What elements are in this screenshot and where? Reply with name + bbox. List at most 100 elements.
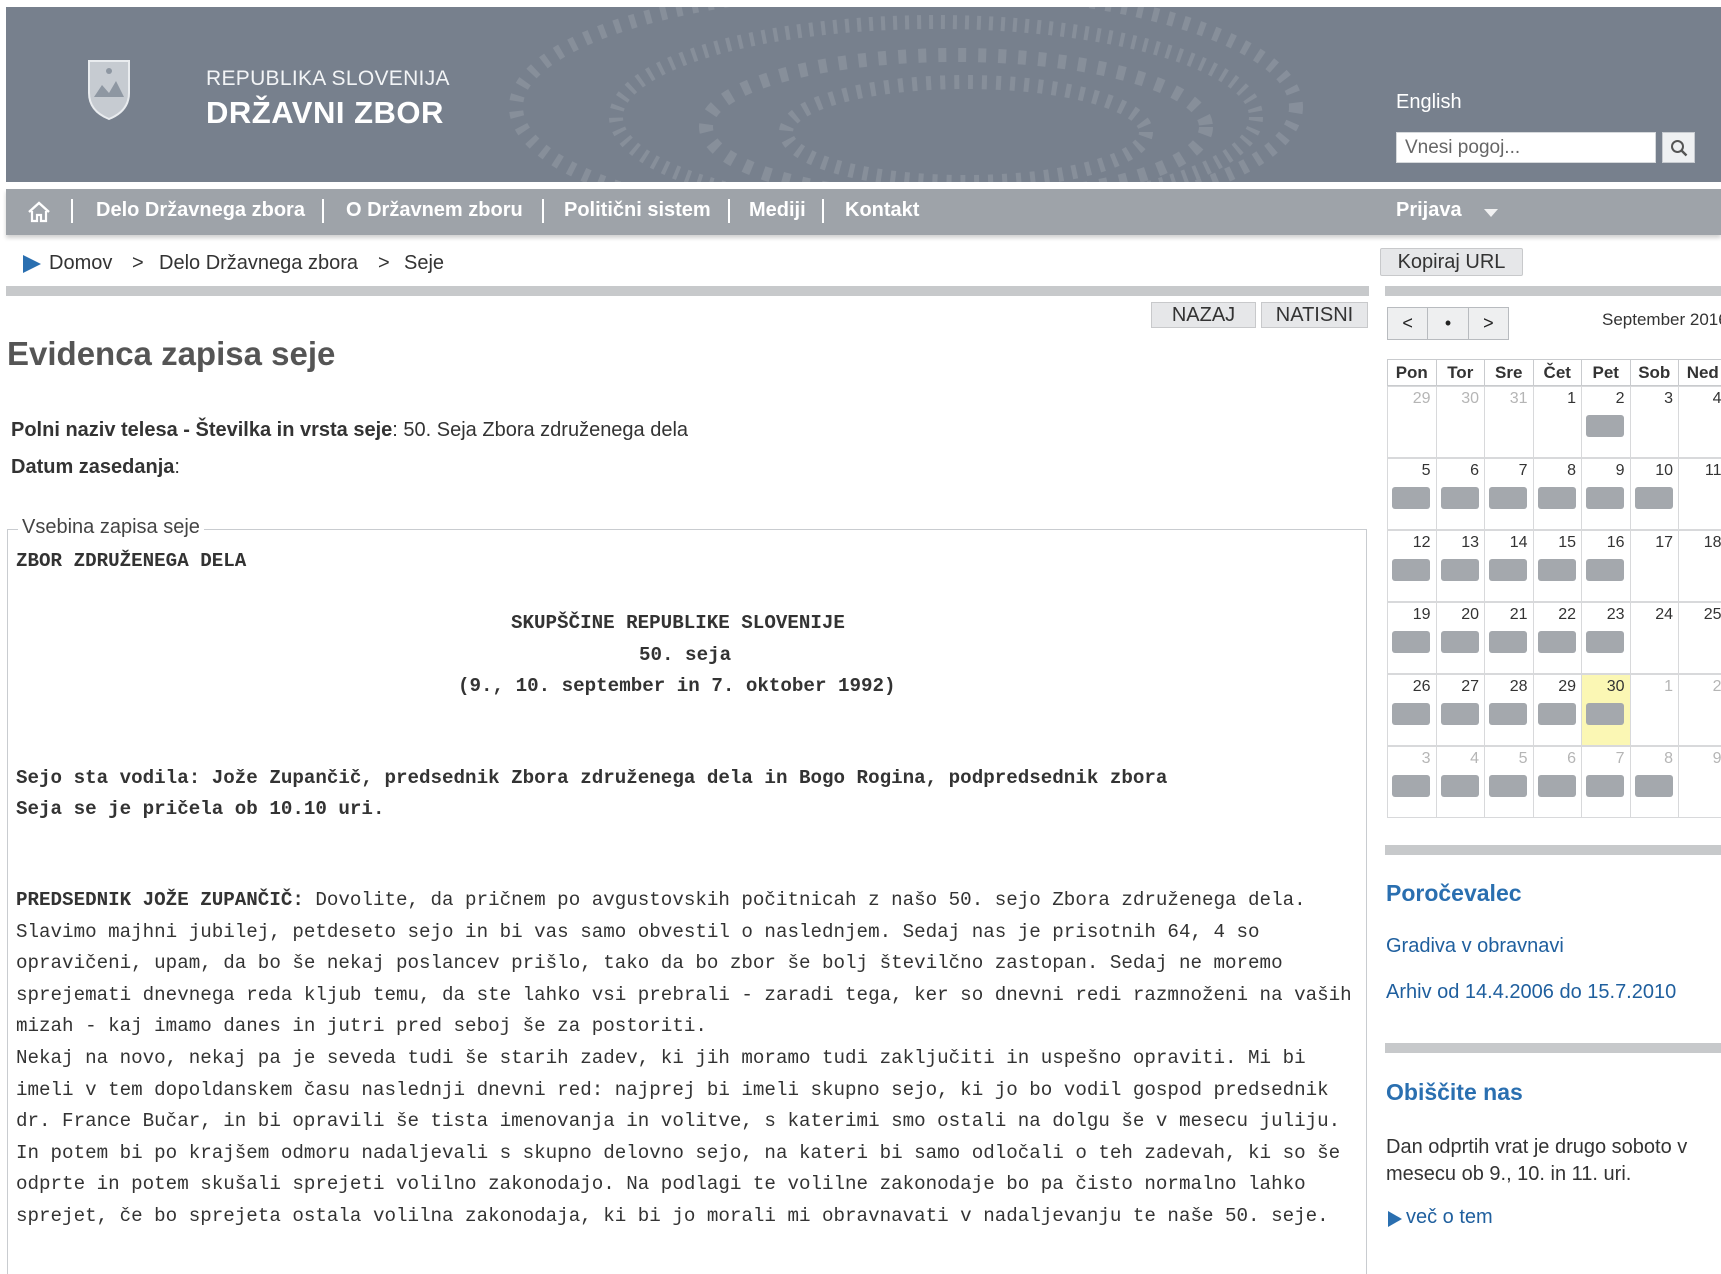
home-icon[interactable]: [26, 200, 52, 224]
brand-main-text[interactable]: DRŽAVNI ZBOR: [206, 95, 444, 131]
print-button[interactable]: NATISNI: [1261, 302, 1368, 328]
calendar-day[interactable]: 10: [1629, 458, 1679, 530]
calendar-day[interactable]: 13: [1435, 530, 1485, 602]
calendar-day[interactable]: 24: [1629, 602, 1679, 674]
calendar-day[interactable]: 18: [1678, 530, 1721, 602]
calendar-day[interactable]: 7: [1581, 746, 1631, 818]
breadcrumb-delo[interactable]: Delo Državnega zbora: [159, 252, 358, 275]
calendar-day-number: 30: [1606, 678, 1625, 695]
calendar-event-marker[interactable]: [1489, 775, 1527, 797]
calendar-day[interactable]: 21: [1484, 602, 1534, 674]
nav-item-o-drzavnem-zboru[interactable]: O Državnem zboru: [346, 199, 523, 222]
calendar-event-marker[interactable]: [1440, 775, 1479, 797]
calendar-day[interactable]: 5: [1387, 458, 1437, 530]
calendar-day[interactable]: 5: [1484, 746, 1534, 818]
calendar-prev-button[interactable]: <: [1388, 308, 1427, 339]
calendar-event-marker[interactable]: [1392, 703, 1430, 725]
calendar-day[interactable]: 15: [1532, 530, 1582, 602]
calendar-event-marker[interactable]: [1392, 559, 1430, 581]
search-input[interactable]: [1396, 132, 1656, 163]
calendar-today-button[interactable]: •: [1427, 308, 1467, 339]
calendar-day[interactable]: 27: [1435, 674, 1485, 746]
calendar-day[interactable]: 23: [1581, 602, 1631, 674]
calendar-day[interactable]: 9: [1678, 746, 1721, 818]
calendar-day-number: 12: [1412, 534, 1431, 551]
calendar-event-marker[interactable]: [1537, 631, 1576, 653]
calendar-day[interactable]: 20: [1435, 602, 1485, 674]
calendar-day[interactable]: 6: [1532, 746, 1582, 818]
calendar-event-marker[interactable]: [1537, 559, 1576, 581]
calendar-event-marker[interactable]: [1586, 487, 1624, 509]
calendar-event-marker[interactable]: [1392, 487, 1430, 509]
calendar-event-marker[interactable]: [1537, 775, 1576, 797]
calendar-event-marker[interactable]: [1586, 559, 1624, 581]
calendar-event-marker[interactable]: [1489, 559, 1527, 581]
calendar-day[interactable]: 25: [1678, 602, 1721, 674]
reporter-link-arhiv[interactable]: Arhiv od 14.4.2006 do 15.7.2010: [1386, 981, 1676, 1004]
search-button[interactable]: [1662, 132, 1695, 163]
calendar-day[interactable]: 28: [1484, 674, 1534, 746]
calendar-event-marker[interactable]: [1634, 487, 1673, 509]
copy-url-button[interactable]: Kopiraj URL: [1380, 248, 1523, 276]
calendar-event-marker[interactable]: [1634, 775, 1673, 797]
calendar-day[interactable]: 31: [1484, 386, 1534, 458]
calendar-day[interactable]: 26: [1387, 674, 1437, 746]
calendar-day[interactable]: 4: [1435, 746, 1485, 818]
calendar-event-marker[interactable]: [1489, 631, 1527, 653]
calendar-event-marker[interactable]: [1489, 487, 1527, 509]
calendar-event-marker[interactable]: [1586, 703, 1624, 725]
more-link[interactable]: več o tem: [1406, 1206, 1493, 1229]
nav-item-mediji[interactable]: Mediji: [749, 199, 806, 222]
calendar-day[interactable]: 9: [1581, 458, 1631, 530]
calendar-day[interactable]: 1: [1532, 386, 1582, 458]
calendar-event-marker[interactable]: [1392, 631, 1430, 653]
english-link[interactable]: English: [1396, 91, 1462, 114]
chevron-down-icon[interactable]: [1484, 209, 1498, 217]
calendar-next-button[interactable]: >: [1467, 308, 1508, 339]
calendar-day[interactable]: 22: [1532, 602, 1582, 674]
calendar-day[interactable]: 2: [1678, 674, 1721, 746]
breadcrumb-home[interactable]: Domov: [49, 252, 112, 275]
calendar-day[interactable]: 6: [1435, 458, 1485, 530]
calendar-day-number: 1: [1664, 678, 1673, 695]
reporter-heading[interactable]: Poročevalec: [1386, 880, 1522, 907]
visit-heading[interactable]: Obiščite nas: [1386, 1079, 1523, 1106]
calendar-event-marker[interactable]: [1440, 703, 1479, 725]
calendar-day[interactable]: 8: [1629, 746, 1679, 818]
crest-logo[interactable]: [84, 57, 134, 121]
calendar-day[interactable]: 11: [1678, 458, 1721, 530]
calendar-event-marker[interactable]: [1586, 775, 1624, 797]
nav-item-kontakt[interactable]: Kontakt: [845, 199, 919, 222]
calendar-day[interactable]: 29: [1532, 674, 1582, 746]
calendar-day[interactable]: 1: [1629, 674, 1679, 746]
calendar-event-marker[interactable]: [1489, 703, 1527, 725]
calendar-event-marker[interactable]: [1440, 487, 1479, 509]
login-menu[interactable]: Prijava: [1396, 199, 1462, 222]
reporter-link-gradiva[interactable]: Gradiva v obravnavi: [1386, 935, 1564, 958]
calendar-day[interactable]: 19: [1387, 602, 1437, 674]
calendar-day[interactable]: 29: [1387, 386, 1437, 458]
back-button[interactable]: NAZAJ: [1151, 302, 1256, 328]
nav-item-delo[interactable]: Delo Državnega zbora: [96, 199, 305, 222]
calendar-day[interactable]: 16: [1581, 530, 1631, 602]
calendar-day[interactable]: 12: [1387, 530, 1437, 602]
calendar-event-marker[interactable]: [1537, 487, 1576, 509]
calendar-day[interactable]: 7: [1484, 458, 1534, 530]
calendar-day[interactable]: 8: [1532, 458, 1582, 530]
calendar-event-marker[interactable]: [1537, 703, 1576, 725]
calendar-day[interactable]: 3: [1629, 386, 1679, 458]
record-paragraph: Nekaj na novo, nekaj pa je seveda tudi š…: [16, 1047, 1341, 1227]
calendar-day[interactable]: 17: [1629, 530, 1679, 602]
calendar-event-marker[interactable]: [1440, 631, 1479, 653]
calendar-day[interactable]: 30: [1435, 386, 1485, 458]
nav-item-politicni-sistem[interactable]: Politični sistem: [564, 199, 711, 222]
calendar-day-today[interactable]: 30: [1581, 674, 1631, 746]
calendar-day[interactable]: 2: [1581, 386, 1631, 458]
calendar-event-marker[interactable]: [1586, 415, 1624, 437]
calendar-event-marker[interactable]: [1440, 559, 1479, 581]
calendar-event-marker[interactable]: [1392, 775, 1430, 797]
calendar-day[interactable]: 14: [1484, 530, 1534, 602]
calendar-day[interactable]: 4: [1678, 386, 1721, 458]
calendar-event-marker[interactable]: [1586, 631, 1624, 653]
calendar-day[interactable]: 3: [1387, 746, 1437, 818]
